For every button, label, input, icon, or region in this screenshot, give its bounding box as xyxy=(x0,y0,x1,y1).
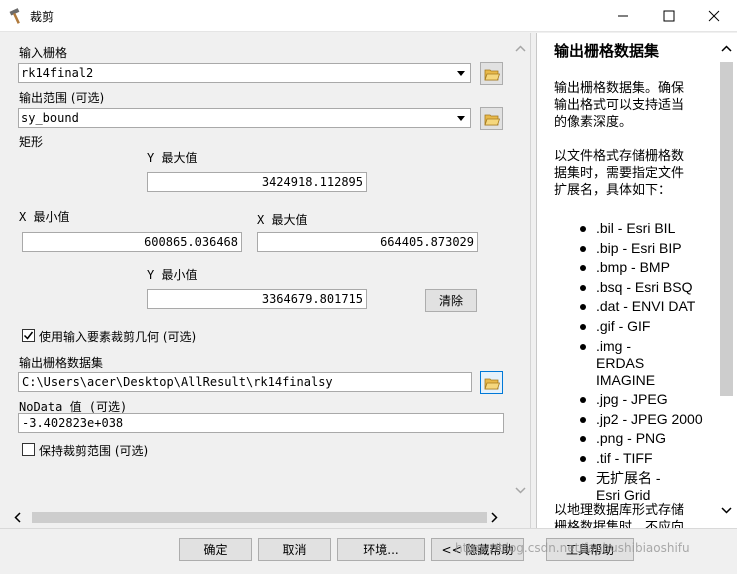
y-max-input[interactable]: 3424918.112895 xyxy=(147,172,367,192)
cancel-button[interactable]: 取消 xyxy=(258,538,331,561)
list-item: .bip - Esri BIP xyxy=(554,240,724,257)
open-folder-icon xyxy=(483,114,500,125)
format-list: .bil - Esri BIL .bip - Esri BIP .bmp - B… xyxy=(554,220,724,506)
x-max-input[interactable]: 664405.873029 xyxy=(257,232,478,252)
parameters-vertical-scrollbar[interactable] xyxy=(511,37,530,507)
list-item: .dat - ENVI DAT xyxy=(554,298,724,315)
output-dataset-browse-button[interactable] xyxy=(480,371,503,394)
list-item: .png - PNG xyxy=(554,430,724,447)
help-panel: 输出栅格数据集 输出栅格数据集。确保 输出格式可以支持适当 的像素深度。 以文件… xyxy=(536,33,737,528)
rectangle-label: 矩形 xyxy=(19,135,44,149)
list-item: .tif - TIFF xyxy=(554,450,724,467)
ok-button[interactable]: 确定 xyxy=(179,538,252,561)
use-features-label[interactable]: 使用输入要素裁剪几何 (可选) xyxy=(39,328,196,345)
help-paragraph-3: 以地理数据库形式存储 栅格数据集时，不应向 xyxy=(554,503,685,528)
list-item: 无扩展名 - Esri Grid xyxy=(554,470,674,504)
output-dataset-label: 输出栅格数据集 xyxy=(19,356,104,370)
list-item: .bmp - BMP xyxy=(554,259,724,276)
list-item: .jpg - JPEG xyxy=(554,391,724,408)
list-item: .bsq - Esri BSQ xyxy=(554,279,724,296)
watermark: https://blog.csdn.net/fanbushibiaoshifu xyxy=(455,541,690,555)
output-extent-label: 输出范围 (可选) xyxy=(19,91,105,105)
nodata-input[interactable]: -3.402823e+038 xyxy=(18,413,504,433)
input-raster-label: 输入栅格 xyxy=(19,46,68,60)
y-min-input[interactable]: 3364679.801715 xyxy=(147,289,367,309)
parameters-horizontal-scrollbar[interactable] xyxy=(8,508,511,527)
input-raster-browse-button[interactable] xyxy=(480,62,503,85)
list-item: .jp2 - JPEG 2000 xyxy=(554,411,724,428)
maintain-extent-label[interactable]: 保持裁剪范围 (可选) xyxy=(39,442,148,459)
use-features-checkbox[interactable] xyxy=(22,329,35,342)
dropdown-arrow-icon[interactable] xyxy=(453,110,469,126)
close-button[interactable] xyxy=(691,0,737,32)
chevron-down-icon[interactable] xyxy=(515,487,526,494)
window-title: 裁剪 xyxy=(30,10,55,24)
maximize-button[interactable] xyxy=(646,0,692,32)
y-min-label: Y 最小值 xyxy=(147,268,198,282)
hammer-icon xyxy=(8,7,26,25)
open-folder-icon xyxy=(483,378,500,389)
input-raster-value: rk14final2 xyxy=(21,66,94,80)
help-paragraph-1: 输出栅格数据集。确保 输出格式可以支持适当 的像素深度。 xyxy=(554,81,685,130)
open-folder-icon xyxy=(483,69,500,80)
chevron-up-icon[interactable] xyxy=(515,45,526,52)
list-item: .gif - GIF xyxy=(554,318,724,335)
clear-button[interactable]: 清除 xyxy=(425,289,477,312)
x-min-label: X 最小值 xyxy=(19,210,70,224)
chevron-left-icon[interactable] xyxy=(14,512,21,523)
maintain-extent-checkbox[interactable] xyxy=(22,443,35,456)
maximize-icon xyxy=(663,10,675,22)
dropdown-arrow-icon[interactable] xyxy=(453,65,469,81)
output-extent-browse-button[interactable] xyxy=(480,107,503,130)
environments-button[interactable]: 环境... xyxy=(337,538,425,561)
chevron-right-icon[interactable] xyxy=(491,512,498,523)
help-scroll-thumb[interactable] xyxy=(720,62,733,396)
help-paragraph-2: 以文件格式存储栅格数 据集时，需要指定文件 扩展名，具体如下： xyxy=(554,149,685,198)
list-item: .img - ERDAS IMAGINE xyxy=(554,338,674,389)
list-item: .bil - Esri BIL xyxy=(554,220,724,237)
x-max-label: X 最大值 xyxy=(257,213,308,227)
input-raster-combo[interactable]: rk14final2 xyxy=(18,63,471,83)
y-max-label: Y 最大值 xyxy=(147,151,198,165)
output-extent-value: sy_bound xyxy=(21,111,79,125)
chevron-down-icon[interactable] xyxy=(721,507,732,514)
output-dataset-input[interactable]: C:\Users\acer\Desktop\AllResult\rk14fina… xyxy=(18,372,472,392)
title-bar: 裁剪 xyxy=(0,0,737,32)
horizontal-scroll-thumb[interactable] xyxy=(32,512,487,523)
x-min-input[interactable]: 600865.036468 xyxy=(22,232,242,252)
checkmark-icon xyxy=(23,331,34,340)
output-extent-combo[interactable]: sy_bound xyxy=(18,108,471,128)
minimize-icon xyxy=(618,15,628,17)
chevron-up-icon[interactable] xyxy=(721,45,732,52)
close-icon xyxy=(708,10,720,22)
minimize-button[interactable] xyxy=(600,0,646,32)
help-title: 输出栅格数据集 xyxy=(554,42,660,60)
